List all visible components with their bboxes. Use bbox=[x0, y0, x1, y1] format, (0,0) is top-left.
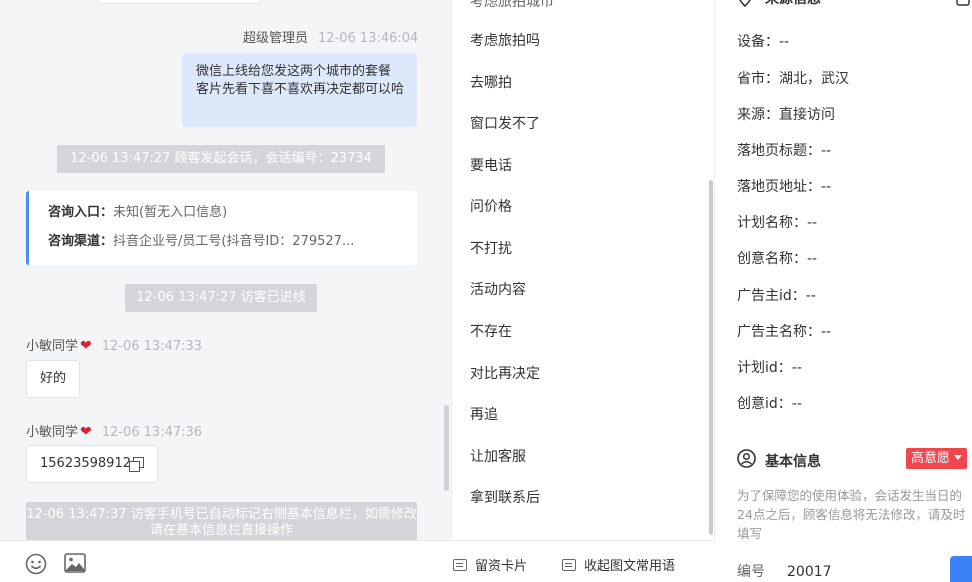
consult-entry-value: 未知(暂无入口信息) bbox=[113, 205, 228, 220]
customer-id-field: 编号 20017 bbox=[737, 561, 832, 581]
visitor-phone-text: 15623598912 bbox=[40, 456, 131, 471]
quick-reply-scrollbar[interactable] bbox=[709, 180, 713, 535]
source-field-source: 来源：直接访问 bbox=[737, 107, 835, 123]
caret-down-icon bbox=[954, 455, 963, 460]
quick-reply-item[interactable]: 不打扰 bbox=[470, 238, 512, 258]
intent-tag-dropdown[interactable]: 高意愿 bbox=[906, 448, 968, 469]
quick-reply-item[interactable]: 活动内容 bbox=[470, 279, 526, 299]
quick-reply-item[interactable]: 拿到联系后 bbox=[470, 487, 540, 507]
source-field-city: 省市：湖北，武汉 bbox=[737, 71, 849, 87]
quick-reply-item[interactable]: 要电话 bbox=[470, 155, 512, 175]
quick-reply-item[interactable]: 窗口发不了 bbox=[470, 113, 540, 133]
system-session-notice: 12-06 13:47:27 顾客发起会话，会话编号：23734 bbox=[57, 145, 385, 173]
info-panel: 来源信息 设备：-- 省市：湖北，武汉 来源：直接访问 落地页标题：-- 落地页… bbox=[716, 0, 972, 582]
visitor-name: 小敏同学 bbox=[26, 425, 79, 440]
quick-reply-item[interactable]: 对比再决定 bbox=[470, 363, 540, 383]
visitor-message-bubble: 好的 bbox=[26, 360, 81, 398]
consult-entry-label: 咨询入口： bbox=[48, 205, 114, 220]
message-icon bbox=[562, 559, 576, 571]
chat-scrollbar[interactable] bbox=[444, 405, 449, 491]
previous-message-stub bbox=[97, 0, 261, 4]
user-icon bbox=[737, 449, 756, 472]
intent-tag-label: 高意愿 bbox=[911, 451, 951, 466]
location-icon bbox=[737, 0, 753, 12]
agent-message-meta: 超级管理员 12-06 13:46:04 bbox=[243, 27, 418, 46]
edit-icon[interactable] bbox=[956, 0, 970, 10]
quick-reply-item[interactable]: 考虑旅拍吗 bbox=[470, 30, 540, 50]
source-field-landing-title: 落地页标题：-- bbox=[737, 143, 832, 159]
agent-message-bubble: 微信上线给您发这两个城市的套餐 客片先看下喜不喜欢再决定都可以哈 bbox=[182, 53, 417, 127]
customer-id-value: 20017 bbox=[787, 564, 832, 580]
visitor-name: 小敏同学 bbox=[26, 339, 79, 354]
heart-icon: ❤ bbox=[80, 424, 92, 440]
source-field-creative-id: 创意id：-- bbox=[737, 396, 802, 412]
basic-info-title: 基本信息 bbox=[765, 454, 821, 470]
source-field-device: 设备：-- bbox=[737, 34, 790, 50]
quick-reply-panel: 考虑旅拍城市 考虑旅拍吗 去哪拍 窗口发不了 要电话 问价格 不打扰 活动内容 … bbox=[451, 0, 715, 540]
lead-card-button[interactable]: 留资卡片 bbox=[453, 555, 527, 574]
lead-card-label: 留资卡片 bbox=[475, 559, 528, 574]
consult-channel-value: 抖音企业号/员工号(抖音号ID：279527... bbox=[113, 234, 355, 249]
consult-info-card: 咨询入口：未知(暂无入口信息) 咨询渠道：抖音企业号/员工号(抖音号ID：279… bbox=[26, 191, 417, 265]
agent-message-time: 12-06 13:46:04 bbox=[318, 31, 419, 46]
quick-reply-item[interactable]: 让加客服 bbox=[470, 446, 526, 466]
card-icon bbox=[453, 559, 467, 571]
quick-reply-item-partial[interactable]: 考虑旅拍城市 bbox=[470, 0, 554, 11]
consult-channel-label: 咨询渠道： bbox=[48, 234, 114, 249]
quick-reply-item[interactable]: 不存在 bbox=[470, 321, 512, 341]
floating-action-button[interactable] bbox=[950, 556, 972, 582]
copy-icon[interactable] bbox=[128, 457, 144, 472]
visitor-message-time: 12-06 13:47:33 bbox=[101, 339, 203, 354]
system-visitor-entered: 12-06 13:47:27 访客已进线 bbox=[125, 284, 317, 312]
collapse-phrases-button[interactable]: 收起图文常用语 bbox=[562, 555, 675, 574]
quick-reply-item[interactable]: 再追 bbox=[470, 404, 498, 424]
chat-panel: 超级管理员 12-06 13:46:04 微信上线给您发这两个城市的套餐 客片先看… bbox=[0, 0, 451, 582]
visitor-message-time: 12-06 13:47:36 bbox=[101, 425, 203, 440]
source-field-landing-url: 落地页地址：-- bbox=[737, 179, 832, 195]
basic-info-note: 为了保障您的使用体验，会话发生当日的24点之后，顾客信息将无法修改，请及时填写 bbox=[737, 488, 966, 541]
image-icon[interactable] bbox=[64, 553, 86, 577]
source-info-title: 来源信息 bbox=[765, 0, 821, 8]
source-field-plan-name: 计划名称：-- bbox=[737, 215, 818, 231]
input-toolbar: 留资卡片 收起图文常用语 bbox=[0, 540, 715, 582]
collapse-phrases-label: 收起图文常用语 bbox=[584, 559, 676, 574]
system-phone-notice: 12-06 13:47:37 访客手机号已自动标记右侧基本信息栏，如需修改请在基… bbox=[26, 502, 417, 540]
agent-name: 超级管理员 bbox=[243, 31, 309, 46]
visitor-message-meta: 小敏同学 ❤ 12-06 13:47:33 bbox=[26, 335, 202, 354]
quick-reply-item[interactable]: 去哪拍 bbox=[470, 72, 512, 92]
source-field-creative-name: 创意名称：-- bbox=[737, 251, 818, 267]
heart-icon: ❤ bbox=[80, 338, 92, 354]
quick-reply-item[interactable]: 问价格 bbox=[470, 196, 512, 216]
source-field-plan-id: 计划id：-- bbox=[737, 360, 802, 376]
source-field-advertiser-id: 广告主id：-- bbox=[737, 288, 816, 304]
source-field-advertiser-name: 广告主名称：-- bbox=[737, 324, 832, 340]
visitor-message-meta: 小敏同学 ❤ 12-06 13:47:36 bbox=[26, 421, 202, 440]
emoji-icon[interactable] bbox=[25, 553, 47, 579]
visitor-phone-bubble: 15623598912 bbox=[26, 445, 158, 483]
customer-id-label: 编号 bbox=[737, 564, 765, 580]
